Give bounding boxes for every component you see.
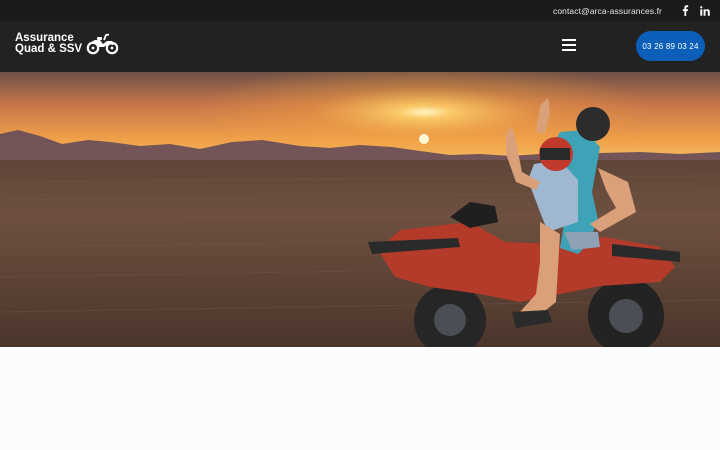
main-navbar: Assurance Quad & SSV 03 26 89 03 24 <box>0 21 720 72</box>
page-content <box>0 347 720 450</box>
phone-button[interactable]: 03 26 89 03 24 <box>636 31 705 61</box>
logo-text: Assurance Quad & SSV <box>15 32 83 55</box>
logo-line-2: Quad & SSV <box>15 43 83 55</box>
linkedin-icon[interactable] <box>698 4 712 18</box>
site-logo[interactable]: Assurance Quad & SSV <box>15 32 119 55</box>
hamburger-menu-icon[interactable] <box>562 39 576 53</box>
facebook-icon[interactable] <box>678 4 692 18</box>
top-bar: contact@arca-assurances.fr <box>0 0 720 21</box>
quad-bike-icon <box>86 33 119 55</box>
contact-email-link[interactable]: contact@arca-assurances.fr <box>553 6 662 16</box>
hero-image <box>0 72 720 347</box>
hero-banner <box>0 72 720 347</box>
